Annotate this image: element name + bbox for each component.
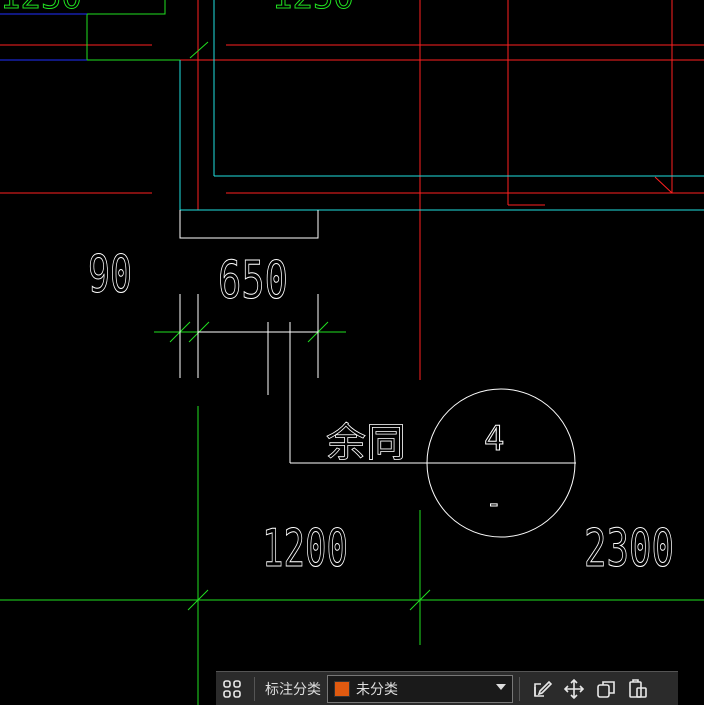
bubble-sub: - bbox=[486, 489, 502, 519]
bubble-number[interactable]: 4 bbox=[484, 419, 505, 460]
green-lines bbox=[0, 0, 704, 705]
move-icon[interactable] bbox=[558, 673, 590, 705]
category-label: 标注分类 bbox=[265, 680, 321, 697]
chevron-down-icon bbox=[496, 683, 506, 690]
toolbar-divider bbox=[519, 676, 520, 701]
dim-text-2300[interactable]: 2300 bbox=[584, 519, 675, 580]
dim-text-1200[interactable]: 1200 bbox=[262, 519, 349, 580]
cyan-wall-outline bbox=[179, 0, 704, 211]
grid-icon[interactable] bbox=[216, 673, 248, 705]
toolbar-divider bbox=[254, 676, 255, 701]
layer-select-value: 未分类 bbox=[356, 680, 398, 697]
note-text-same[interactable]: 余同 bbox=[326, 420, 407, 467]
partial-label-top-mid: 1250 bbox=[272, 0, 354, 17]
copy-icon[interactable] bbox=[590, 673, 622, 705]
paste-icon[interactable] bbox=[622, 673, 654, 705]
annotation-toolbar: 标注分类 未分类 bbox=[216, 671, 678, 705]
dim-text-90[interactable]: 90 bbox=[88, 245, 133, 306]
partial-label-top-left: 1250 bbox=[0, 0, 82, 17]
blue-lines bbox=[0, 13, 87, 61]
layer-select-dropdown[interactable]: 未分类 bbox=[327, 674, 513, 703]
edit-icon[interactable] bbox=[526, 673, 558, 705]
layer-color-swatch bbox=[334, 680, 350, 697]
cad-drawing-canvas[interactable]: 1250 1250 90 650 余同 4 - 1200 2300 bbox=[0, 0, 704, 705]
dim-text-650[interactable]: 650 bbox=[218, 251, 289, 312]
red-axis-lines bbox=[0, 0, 704, 380]
